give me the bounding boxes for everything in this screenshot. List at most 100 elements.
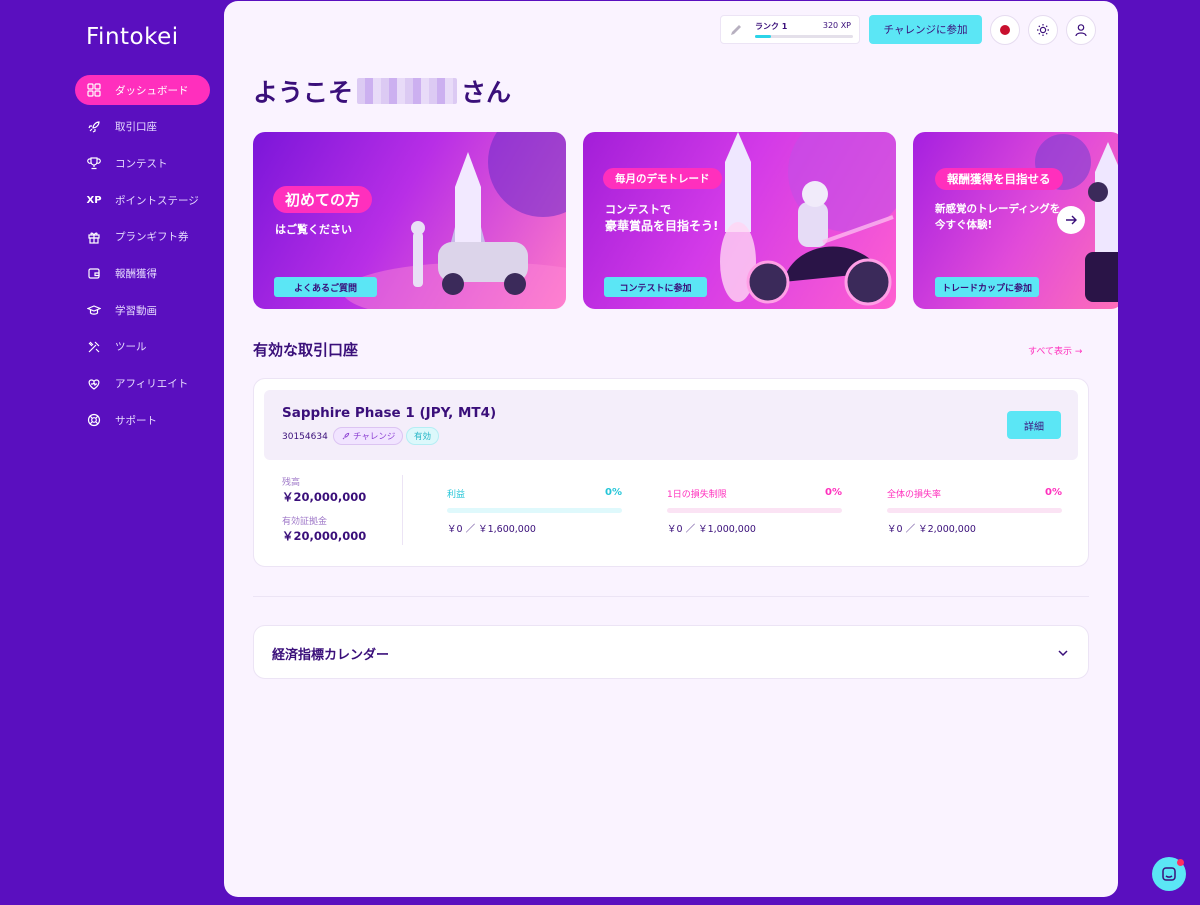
sidebar-item-label: ポイントステージ xyxy=(115,194,199,207)
metric-amount: ￥0 ／ ￥1,000,000 xyxy=(667,524,756,535)
metric-label: 1日の損失制限 xyxy=(667,490,727,500)
welcome-prefix: ようこそ xyxy=(253,78,354,107)
rank-progress-bar xyxy=(755,35,853,38)
banner-text: はご覧ください xyxy=(275,223,352,236)
sidebar-item-gift[interactable]: プランギフト券 xyxy=(75,222,210,252)
active-accounts-title: 有効な取引口座 xyxy=(253,341,359,359)
sidebar-item-label: アフィリエイト xyxy=(115,378,189,390)
rank-label: ランク 1 xyxy=(755,22,788,31)
sidebar-item-label: プランギフト券 xyxy=(115,231,189,244)
rank-progress-fill xyxy=(755,35,771,38)
arrow-right-icon xyxy=(1066,215,1077,225)
sidebar-item-rewards[interactable]: 報酬獲得 xyxy=(75,258,210,288)
welcome-suffix: さん xyxy=(461,78,512,107)
sidebar-item-contest[interactable]: コンテスト xyxy=(75,148,210,178)
tools-icon xyxy=(87,340,101,354)
language-button[interactable] xyxy=(990,15,1020,45)
account-card: Sapphire Phase 1 (JPY, MT4) 30154634 チャレ… xyxy=(253,378,1089,567)
metric-amount: ￥0 ／ ￥2,000,000 xyxy=(887,524,976,535)
profile-button[interactable] xyxy=(1066,15,1096,45)
chevron-down-icon xyxy=(1058,650,1068,657)
sidebar: Fintokei ダッシュボード 取引口座 コンテスト XP ポイントステージ xyxy=(0,0,224,905)
rocket-icon xyxy=(87,120,101,134)
join-challenge-button[interactable]: チャレンジに参加 xyxy=(869,15,982,44)
section-divider xyxy=(253,596,1089,597)
rank-widget[interactable]: ランク 1 320 XP xyxy=(720,15,860,44)
banner-text-line2: 豪華賞品を目指そう! xyxy=(605,219,719,233)
theme-toggle-button[interactable] xyxy=(1028,15,1058,45)
economic-calendar-accordion[interactable]: 経済指標カレンダー xyxy=(253,625,1089,679)
balance-label: 残高 xyxy=(282,478,301,488)
blurred-username xyxy=(357,78,458,104)
user-icon xyxy=(1075,24,1087,37)
sun-icon xyxy=(1037,24,1049,36)
join-contest-button[interactable]: コンテストに参加 xyxy=(604,277,707,297)
rocket-icon xyxy=(342,432,350,439)
xp-icon: XP xyxy=(86,194,102,206)
xp-value: 320 XP xyxy=(822,21,851,30)
details-button[interactable]: 詳細 xyxy=(1007,411,1061,439)
sidebar-nav: ダッシュボード 取引口座 コンテスト XP ポイントステージ プランギフト券 報… xyxy=(75,75,210,442)
metric-label: 全体の損失率 xyxy=(887,490,942,500)
sidebar-item-label: 取引口座 xyxy=(115,121,157,134)
challenge-badge-label: チャレンジ xyxy=(353,432,396,442)
status-badge: 有効 xyxy=(406,427,440,445)
sidebar-item-label: 学習動画 xyxy=(115,304,157,317)
main-panel: ランク 1 320 XP チャレンジに参加 ようこそ さん 初めての方 はご覧く… xyxy=(224,1,1118,897)
metric-label: 利益 xyxy=(447,490,466,500)
metric-progress-bar xyxy=(887,508,1062,513)
trophy-icon xyxy=(87,156,101,170)
chat-launcher-button[interactable] xyxy=(1152,857,1186,891)
chat-icon xyxy=(1162,867,1176,881)
sidebar-item-label: コンテスト xyxy=(115,157,168,170)
banner-rewards[interactable]: 報酬獲得を目指せる 新感覚のトレーディングを 今すぐ体験! トレードカップに参加 xyxy=(913,132,1118,309)
carousel-next-button[interactable] xyxy=(1057,206,1085,234)
metric-profit: 利益 0% ￥0 ／ ￥1,600,000 xyxy=(447,487,622,535)
pencil-icon xyxy=(731,25,741,35)
japan-flag-icon xyxy=(1000,25,1010,35)
join-trade-cup-button[interactable]: トレードカップに参加 xyxy=(935,277,1039,297)
equity-label: 有効証拠金 xyxy=(282,517,328,527)
banner-monthly-demo[interactable]: 毎月のデモトレード コンテストで 豪華賞品を目指そう! コンテストに参加 xyxy=(583,132,896,309)
sidebar-item-point-stage[interactable]: XP ポイントステージ xyxy=(75,185,210,215)
graduation-cap-icon xyxy=(87,303,101,317)
metric-percent: 0% xyxy=(605,487,622,498)
dashboard-icon xyxy=(87,83,101,97)
banner-first-time[interactable]: 初めての方 はご覧ください よくあるご質問 xyxy=(253,132,566,309)
see-all-link[interactable]: すべて表示 → xyxy=(1028,344,1082,357)
metric-percent: 0% xyxy=(825,487,842,498)
metric-amount: ￥0 ／ ￥1,600,000 xyxy=(447,524,536,535)
account-id: 30154634 xyxy=(282,432,328,442)
heart-icon xyxy=(87,377,101,391)
wallet-icon xyxy=(87,266,101,280)
sidebar-item-accounts[interactable]: 取引口座 xyxy=(75,112,210,142)
sidebar-item-label: 報酬獲得 xyxy=(115,267,157,280)
faq-button[interactable]: よくあるご質問 xyxy=(274,277,377,297)
banner-pill: 初めての方 xyxy=(273,186,373,213)
account-name: Sapphire Phase 1 (JPY, MT4) xyxy=(282,405,497,421)
metric-overall-loss: 全体の損失率 0% ￥0 ／ ￥2,000,000 xyxy=(887,487,1062,535)
welcome-heading: ようこそ さん xyxy=(253,73,511,109)
metric-progress-bar xyxy=(667,508,842,513)
equity-value: ￥20,000,000 xyxy=(282,529,367,543)
sidebar-item-label: サポート xyxy=(115,414,157,427)
balance-value: ￥20,000,000 xyxy=(282,490,367,504)
metric-daily-loss: 1日の損失制限 0% ￥0 ／ ￥1,000,000 xyxy=(667,487,842,535)
sidebar-item-affiliate[interactable]: アフィリエイト xyxy=(75,369,210,399)
sidebar-item-label: ダッシュボード xyxy=(115,84,189,97)
sidebar-item-dashboard[interactable]: ダッシュボード xyxy=(75,75,210,105)
banner-pill: 毎月のデモトレード xyxy=(603,168,722,189)
banner-text-line1: 新感覚のトレーディングを xyxy=(935,203,1061,215)
economic-calendar-title: 経済指標カレンダー xyxy=(272,648,390,663)
fintokei-logo[interactable]: Fintokei xyxy=(86,24,179,50)
divider xyxy=(402,475,403,545)
sidebar-item-support[interactable]: サポート xyxy=(75,405,210,435)
sidebar-item-tools[interactable]: ツール xyxy=(75,332,210,362)
sidebar-item-label: ツール xyxy=(115,341,147,354)
banner-text-line2: 今すぐ体験! xyxy=(935,219,993,231)
gift-icon xyxy=(87,230,101,244)
metric-percent: 0% xyxy=(1045,487,1062,498)
challenge-badge: チャレンジ xyxy=(333,427,404,445)
sidebar-item-videos[interactable]: 学習動画 xyxy=(75,295,210,325)
account-card-header: Sapphire Phase 1 (JPY, MT4) 30154634 チャレ… xyxy=(264,390,1078,460)
